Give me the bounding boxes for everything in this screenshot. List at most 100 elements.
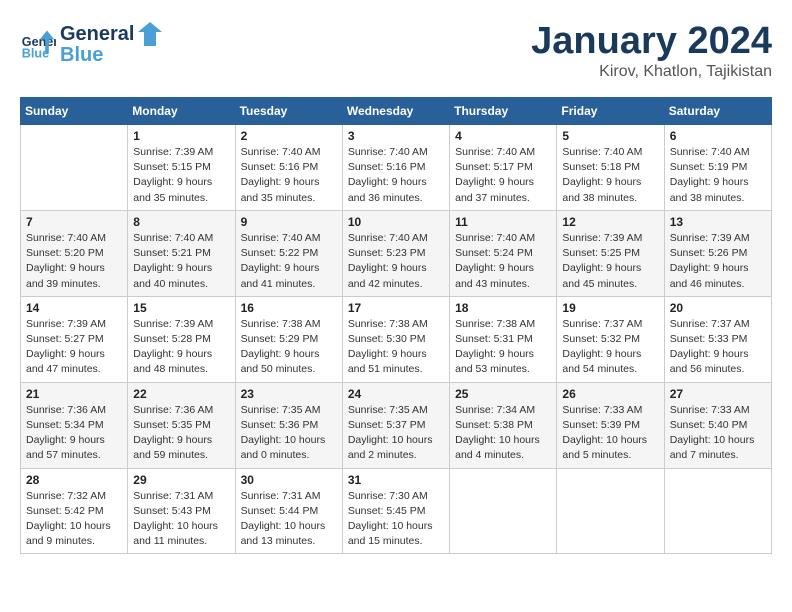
calendar-cell: [21, 125, 128, 211]
day-info: Sunrise: 7:37 AMSunset: 5:33 PMDaylight:…: [670, 318, 750, 376]
day-info: Sunrise: 7:39 AMSunset: 5:15 PMDaylight:…: [133, 146, 213, 204]
day-number: 2: [241, 129, 337, 143]
day-info: Sunrise: 7:38 AMSunset: 5:29 PMDaylight:…: [241, 318, 321, 376]
day-info: Sunrise: 7:39 AMSunset: 5:27 PMDaylight:…: [26, 318, 106, 376]
weekday-header-friday: Friday: [557, 98, 664, 125]
day-info: Sunrise: 7:35 AMSunset: 5:36 PMDaylight:…: [241, 404, 326, 462]
day-info: Sunrise: 7:39 AMSunset: 5:25 PMDaylight:…: [562, 232, 642, 290]
calendar-cell: 23 Sunrise: 7:35 AMSunset: 5:36 PMDaylig…: [235, 382, 342, 468]
weekday-header-row: SundayMondayTuesdayWednesdayThursdayFrid…: [21, 98, 772, 125]
calendar-cell: 21 Sunrise: 7:36 AMSunset: 5:34 PMDaylig…: [21, 382, 128, 468]
logo-arrow-icon: [136, 20, 164, 48]
day-info: Sunrise: 7:38 AMSunset: 5:31 PMDaylight:…: [455, 318, 535, 376]
calendar-cell: 17 Sunrise: 7:38 AMSunset: 5:30 PMDaylig…: [342, 296, 449, 382]
day-info: Sunrise: 7:39 AMSunset: 5:28 PMDaylight:…: [133, 318, 213, 376]
day-number: 30: [241, 473, 337, 487]
day-number: 5: [562, 129, 658, 143]
day-number: 20: [670, 301, 766, 315]
day-number: 9: [241, 215, 337, 229]
day-info: Sunrise: 7:39 AMSunset: 5:26 PMDaylight:…: [670, 232, 750, 290]
calendar-cell: [450, 468, 557, 554]
calendar-table: SundayMondayTuesdayWednesdayThursdayFrid…: [20, 97, 772, 554]
calendar-cell: 19 Sunrise: 7:37 AMSunset: 5:32 PMDaylig…: [557, 296, 664, 382]
day-info: Sunrise: 7:31 AMSunset: 5:44 PMDaylight:…: [241, 490, 326, 548]
day-number: 14: [26, 301, 122, 315]
day-number: 17: [348, 301, 444, 315]
day-info: Sunrise: 7:33 AMSunset: 5:40 PMDaylight:…: [670, 404, 755, 462]
day-number: 31: [348, 473, 444, 487]
calendar-cell: 11 Sunrise: 7:40 AMSunset: 5:24 PMDaylig…: [450, 210, 557, 296]
day-number: 23: [241, 387, 337, 401]
day-number: 19: [562, 301, 658, 315]
calendar-week-row: 7 Sunrise: 7:40 AMSunset: 5:20 PMDayligh…: [21, 210, 772, 296]
day-info: Sunrise: 7:38 AMSunset: 5:30 PMDaylight:…: [348, 318, 428, 376]
weekday-header-monday: Monday: [128, 98, 235, 125]
month-title: January 2024: [531, 20, 772, 63]
weekday-header-thursday: Thursday: [450, 98, 557, 125]
day-number: 16: [241, 301, 337, 315]
calendar-cell: 27 Sunrise: 7:33 AMSunset: 5:40 PMDaylig…: [664, 382, 771, 468]
calendar-cell: 16 Sunrise: 7:38 AMSunset: 5:29 PMDaylig…: [235, 296, 342, 382]
calendar-cell: 10 Sunrise: 7:40 AMSunset: 5:23 PMDaylig…: [342, 210, 449, 296]
weekday-header-wednesday: Wednesday: [342, 98, 449, 125]
calendar-cell: 13 Sunrise: 7:39 AMSunset: 5:26 PMDaylig…: [664, 210, 771, 296]
day-number: 24: [348, 387, 444, 401]
calendar-cell: 15 Sunrise: 7:39 AMSunset: 5:28 PMDaylig…: [128, 296, 235, 382]
day-number: 18: [455, 301, 551, 315]
day-number: 25: [455, 387, 551, 401]
day-info: Sunrise: 7:40 AMSunset: 5:22 PMDaylight:…: [241, 232, 321, 290]
calendar-cell: 18 Sunrise: 7:38 AMSunset: 5:31 PMDaylig…: [450, 296, 557, 382]
weekday-header-saturday: Saturday: [664, 98, 771, 125]
day-info: Sunrise: 7:40 AMSunset: 5:18 PMDaylight:…: [562, 146, 642, 204]
weekday-header-tuesday: Tuesday: [235, 98, 342, 125]
calendar-cell: 1 Sunrise: 7:39 AMSunset: 5:15 PMDayligh…: [128, 125, 235, 211]
day-number: 15: [133, 301, 229, 315]
day-number: 12: [562, 215, 658, 229]
day-info: Sunrise: 7:40 AMSunset: 5:23 PMDaylight:…: [348, 232, 428, 290]
day-info: Sunrise: 7:40 AMSunset: 5:20 PMDaylight:…: [26, 232, 106, 290]
day-info: Sunrise: 7:40 AMSunset: 5:16 PMDaylight:…: [241, 146, 321, 204]
day-info: Sunrise: 7:33 AMSunset: 5:39 PMDaylight:…: [562, 404, 647, 462]
day-number: 28: [26, 473, 122, 487]
day-info: Sunrise: 7:40 AMSunset: 5:21 PMDaylight:…: [133, 232, 213, 290]
day-info: Sunrise: 7:40 AMSunset: 5:19 PMDaylight:…: [670, 146, 750, 204]
calendar-cell: 31 Sunrise: 7:30 AMSunset: 5:45 PMDaylig…: [342, 468, 449, 554]
day-number: 10: [348, 215, 444, 229]
page-header: General Blue General Blue January 2024 K…: [20, 20, 772, 81]
day-info: Sunrise: 7:40 AMSunset: 5:17 PMDaylight:…: [455, 146, 535, 204]
calendar-cell: 22 Sunrise: 7:36 AMSunset: 5:35 PMDaylig…: [128, 382, 235, 468]
day-number: 13: [670, 215, 766, 229]
day-number: 3: [348, 129, 444, 143]
calendar-cell: 20 Sunrise: 7:37 AMSunset: 5:33 PMDaylig…: [664, 296, 771, 382]
calendar-cell: 28 Sunrise: 7:32 AMSunset: 5:42 PMDaylig…: [21, 468, 128, 554]
calendar-cell: 6 Sunrise: 7:40 AMSunset: 5:19 PMDayligh…: [664, 125, 771, 211]
location-title: Kirov, Khatlon, Tajikistan: [531, 63, 772, 81]
calendar-cell: 5 Sunrise: 7:40 AMSunset: 5:18 PMDayligh…: [557, 125, 664, 211]
day-info: Sunrise: 7:31 AMSunset: 5:43 PMDaylight:…: [133, 490, 218, 548]
calendar-cell: 30 Sunrise: 7:31 AMSunset: 5:44 PMDaylig…: [235, 468, 342, 554]
calendar-cell: 29 Sunrise: 7:31 AMSunset: 5:43 PMDaylig…: [128, 468, 235, 554]
day-number: 6: [670, 129, 766, 143]
calendar-cell: 3 Sunrise: 7:40 AMSunset: 5:16 PMDayligh…: [342, 125, 449, 211]
day-info: Sunrise: 7:40 AMSunset: 5:16 PMDaylight:…: [348, 146, 428, 204]
logo-general: General: [60, 23, 134, 46]
day-info: Sunrise: 7:34 AMSunset: 5:38 PMDaylight:…: [455, 404, 540, 462]
calendar-cell: [557, 468, 664, 554]
calendar-cell: 14 Sunrise: 7:39 AMSunset: 5:27 PMDaylig…: [21, 296, 128, 382]
calendar-cell: [664, 468, 771, 554]
day-info: Sunrise: 7:35 AMSunset: 5:37 PMDaylight:…: [348, 404, 433, 462]
day-number: 7: [26, 215, 122, 229]
day-number: 21: [26, 387, 122, 401]
weekday-header-sunday: Sunday: [21, 98, 128, 125]
calendar-cell: 2 Sunrise: 7:40 AMSunset: 5:16 PMDayligh…: [235, 125, 342, 211]
calendar-title-area: January 2024 Kirov, Khatlon, Tajikistan: [531, 20, 772, 81]
day-info: Sunrise: 7:36 AMSunset: 5:35 PMDaylight:…: [133, 404, 213, 462]
calendar-cell: 12 Sunrise: 7:39 AMSunset: 5:25 PMDaylig…: [557, 210, 664, 296]
day-number: 11: [455, 215, 551, 229]
day-info: Sunrise: 7:30 AMSunset: 5:45 PMDaylight:…: [348, 490, 433, 548]
calendar-cell: 8 Sunrise: 7:40 AMSunset: 5:21 PMDayligh…: [128, 210, 235, 296]
calendar-cell: 25 Sunrise: 7:34 AMSunset: 5:38 PMDaylig…: [450, 382, 557, 468]
logo: General Blue General Blue: [20, 20, 164, 67]
day-number: 22: [133, 387, 229, 401]
day-info: Sunrise: 7:32 AMSunset: 5:42 PMDaylight:…: [26, 490, 111, 548]
